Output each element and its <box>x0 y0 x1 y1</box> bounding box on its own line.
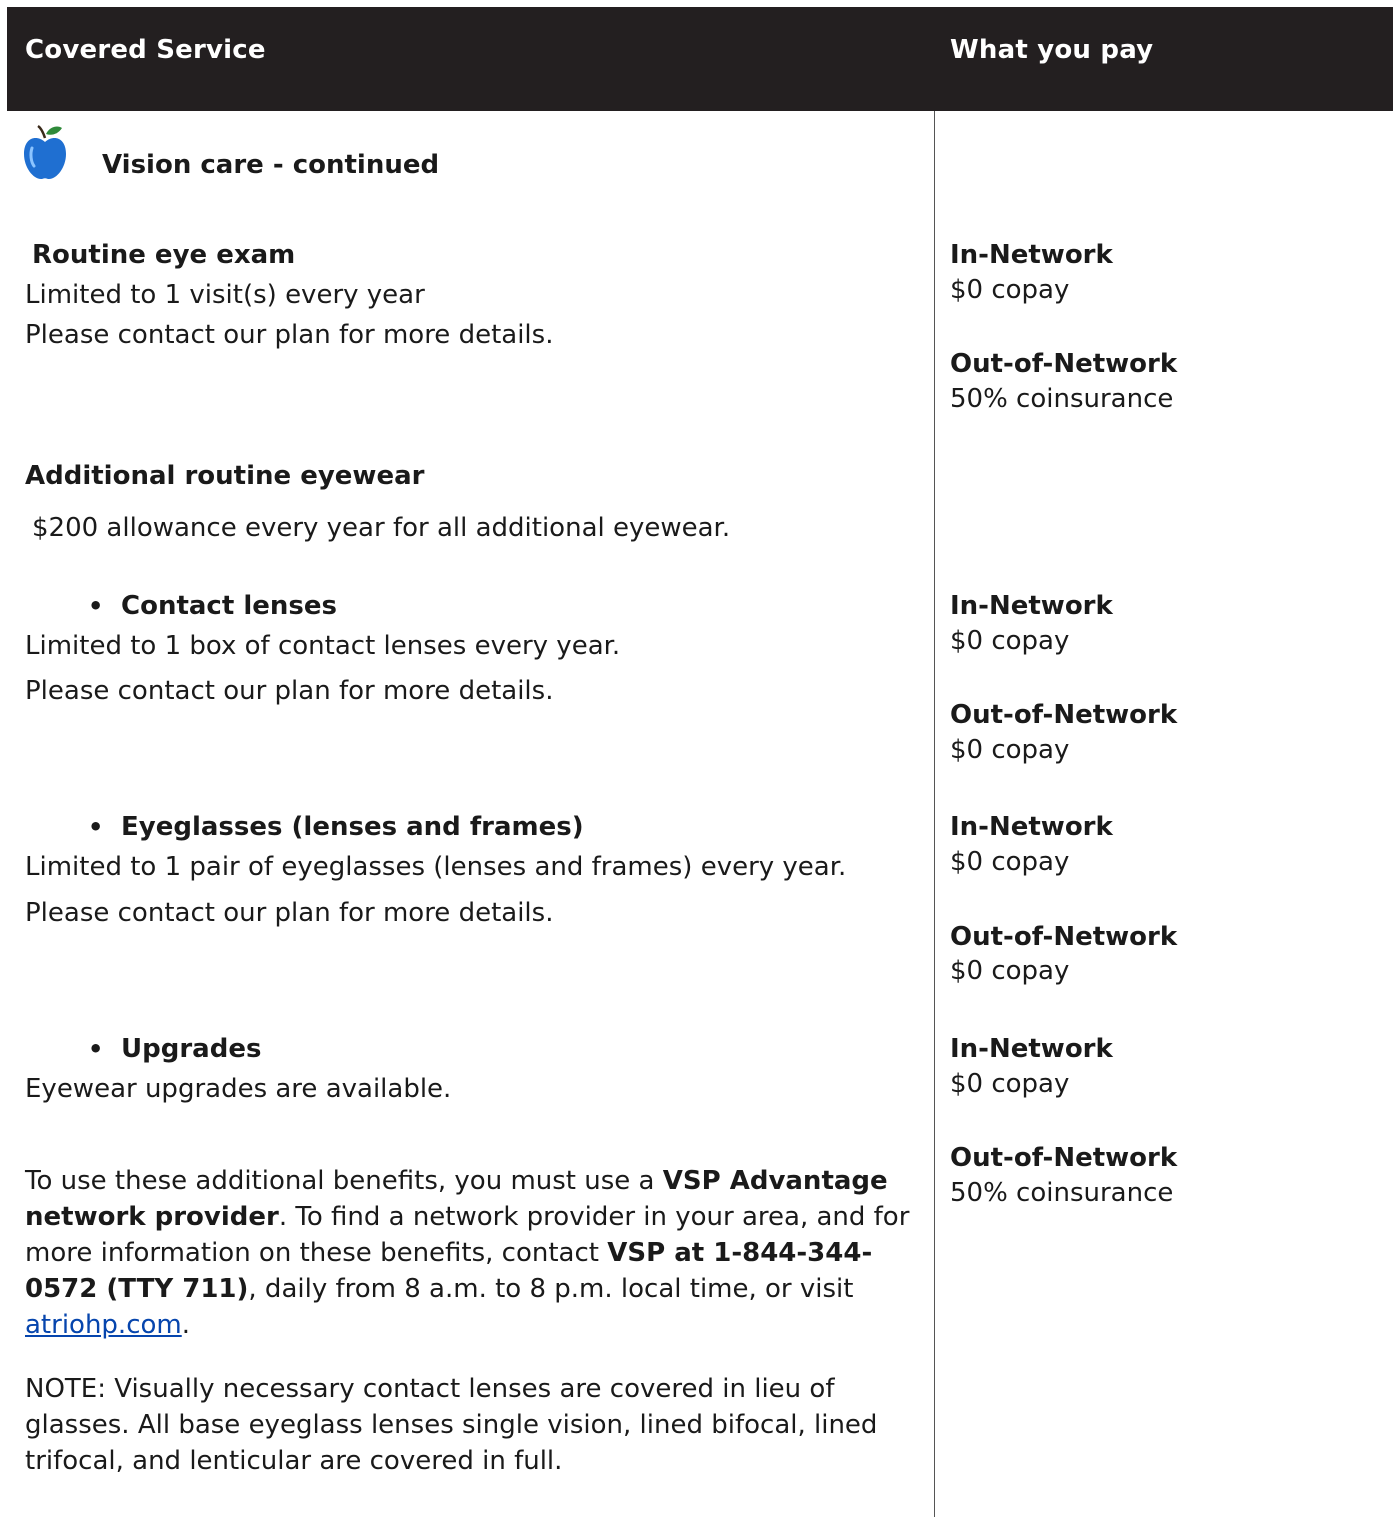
contact-lenses-in-network-value: $0 copay <box>950 626 1070 656</box>
contact-lenses-bullet: • <box>88 592 104 620</box>
upgrades-in-network-value: $0 copay <box>950 1069 1070 1099</box>
eyeglasses-bullet: • <box>88 813 104 841</box>
additional-eyewear-allowance: $200 allowance every year for all additi… <box>32 513 731 543</box>
additional-eyewear-title: Additional routine eyewear <box>25 461 425 491</box>
contact-lenses-out-network-label: Out-of-Network <box>950 700 1178 730</box>
apple-icon <box>24 124 66 180</box>
note-paragraph: NOTE: Visually necessary contact lenses … <box>25 1374 878 1476</box>
upgrades-bullet: • <box>88 1035 104 1063</box>
header-what-you-pay: What you pay <box>950 35 1154 65</box>
table-header: Covered Service What you pay <box>7 7 1393 111</box>
contact-lenses-title: Contact lenses <box>121 591 337 621</box>
vsp-info-text-3: , daily from 8 a.m. to 8 p.m. local time… <box>248 1274 854 1304</box>
header-covered-service: Covered Service <box>25 35 266 65</box>
eyeglasses-out-network-value: $0 copay <box>950 956 1070 986</box>
eyeglasses-in-network-value: $0 copay <box>950 847 1070 877</box>
eyeglasses-contact: Please contact our plan for more details… <box>25 898 554 928</box>
routine-exam-in-network-value: $0 copay <box>950 275 1070 305</box>
routine-exam-title: Routine eye exam <box>32 240 296 270</box>
vsp-info-text-1: To use these additional benefits, you mu… <box>25 1166 663 1196</box>
routine-exam-contact: Please contact our plan for more details… <box>25 320 554 350</box>
vsp-info-paragraph: To use these additional benefits, you mu… <box>25 1163 925 1343</box>
eyeglasses-in-network-label: In-Network <box>950 812 1113 842</box>
upgrades-in-network-label: In-Network <box>950 1034 1113 1064</box>
atriohp-link[interactable]: atriohp.com <box>25 1310 182 1340</box>
eyeglasses-limit: Limited to 1 pair of eyeglasses (lenses … <box>25 852 847 882</box>
contact-lenses-out-network-value: $0 copay <box>950 735 1070 765</box>
contact-lenses-contact: Please contact our plan for more details… <box>25 676 554 706</box>
upgrades-out-network-value: 50% coinsurance <box>950 1178 1174 1208</box>
upgrades-out-network-label: Out-of-Network <box>950 1143 1178 1173</box>
upgrades-description: Eyewear upgrades are available. <box>25 1074 452 1104</box>
vsp-info-text-4: . <box>181 1310 190 1340</box>
section-title: Vision care - continued <box>102 150 440 180</box>
routine-exam-in-network-label: In-Network <box>950 240 1113 270</box>
routine-exam-out-network-value: 50% coinsurance <box>950 384 1174 414</box>
contact-lenses-in-network-label: In-Network <box>950 591 1113 621</box>
upgrades-title: Upgrades <box>121 1034 262 1064</box>
column-divider <box>934 111 935 1517</box>
eyeglasses-title: Eyeglasses (lenses and frames) <box>121 812 584 842</box>
contact-lenses-limit: Limited to 1 box of contact lenses every… <box>25 631 621 661</box>
eyeglasses-out-network-label: Out-of-Network <box>950 922 1178 952</box>
routine-exam-limit: Limited to 1 visit(s) every year <box>25 280 425 310</box>
routine-exam-out-network-label: Out-of-Network <box>950 349 1178 379</box>
